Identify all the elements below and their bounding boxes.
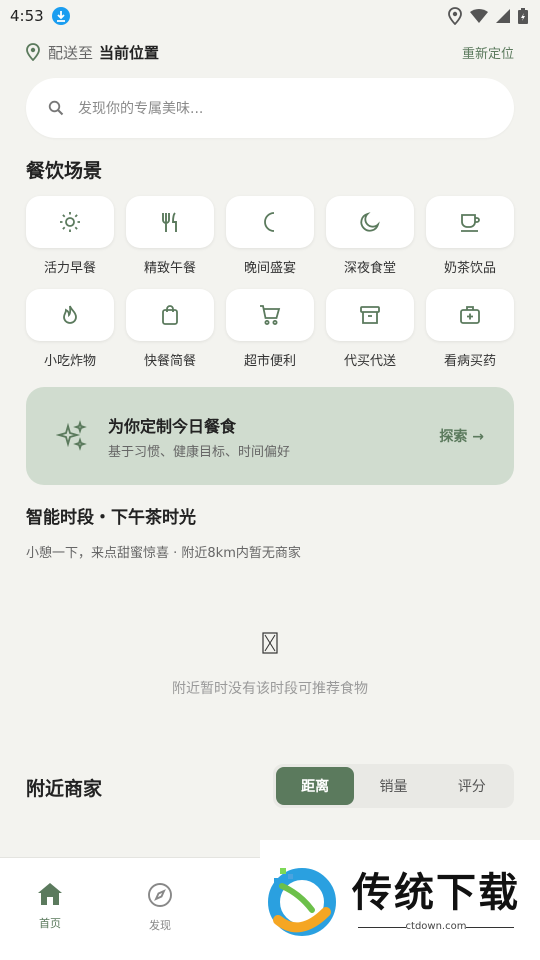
sun-icon — [60, 212, 80, 232]
home-icon — [38, 883, 62, 905]
sort-sales[interactable]: 销量 — [354, 767, 432, 805]
fork-knife-icon — [162, 212, 177, 232]
scene-grid: 活力早餐 精致午餐 晚间盛宴 深夜食堂 奶茶饮品 小吃炸物 快餐简餐 超市便利 … — [26, 196, 514, 369]
scene-breakfast[interactable]: 活力早餐 — [26, 196, 114, 276]
nav-home[interactable]: 首页 — [20, 882, 80, 931]
scene-label: 快餐简餐 — [143, 354, 196, 369]
scene-tile[interactable] — [26, 289, 114, 341]
scene-label: 看病买药 — [443, 354, 496, 369]
scene-label: 代买代送 — [343, 354, 396, 369]
cup-icon — [461, 214, 480, 232]
scene-label: 小吃炸物 — [43, 354, 96, 369]
scene-label: 超市便利 — [243, 354, 296, 369]
scene-tile[interactable] — [326, 196, 414, 248]
delivery-label: 配送至 — [48, 43, 94, 62]
watermark-overlay: 传统下载 ctdown.com — [260, 840, 540, 960]
status-bar: 4:53 — [0, 0, 540, 32]
empty-state-text: 附近暂时没有该时段可推荐食物 — [172, 681, 368, 697]
download-icon — [51, 7, 70, 25]
scene-errands[interactable]: 代买代送 — [326, 289, 414, 369]
scene-tile[interactable] — [426, 196, 514, 248]
scene-tile[interactable] — [126, 289, 214, 341]
sort-rating[interactable]: 评分 — [433, 767, 511, 805]
smart-period-title: 智能时段・下午茶时光 — [26, 508, 196, 528]
flame-icon — [63, 305, 77, 324]
relocate-button[interactable]: 重新定位 — [462, 43, 514, 62]
scene-tile[interactable] — [26, 196, 114, 248]
scene-label: 晚间盛宴 — [243, 261, 296, 276]
scene-tile[interactable] — [426, 289, 514, 341]
sort-segmented-control: 距离 销量 评分 — [273, 764, 514, 808]
scene-pharmacy[interactable]: 看病买药 — [426, 289, 514, 369]
explore-button[interactable]: 探索 → — [439, 426, 484, 446]
scene-label: 深夜食堂 — [343, 261, 396, 276]
scene-label: 活力早餐 — [43, 261, 96, 276]
shopping-bag-icon — [162, 305, 178, 325]
scene-dinner[interactable]: 晚间盛宴 — [226, 196, 314, 276]
scene-label: 精致午餐 — [143, 261, 196, 276]
watermark-url: ctdown.com — [352, 921, 520, 932]
archive-box-icon — [360, 306, 380, 324]
missing-glyph-icon — [262, 632, 278, 654]
search-input[interactable]: 发现你的专属美味... — [78, 98, 203, 118]
scene-snacks[interactable]: 小吃炸物 — [26, 289, 114, 369]
watermark-text: 传统下载 ctdown.com — [352, 869, 520, 932]
search-icon — [48, 100, 64, 116]
smart-period-subtitle: 小憩一下，来点甜蜜惊喜 · 附近8km内暂无商家 — [26, 546, 301, 561]
scenes-title: 餐饮场景 — [26, 160, 103, 182]
moon-icon — [264, 212, 275, 232]
nav-label: 发现 — [149, 919, 171, 932]
promo-subtitle: 基于习惯、健康目标、时间偏好 — [108, 444, 291, 460]
watermark-title: 传统下载 — [352, 869, 520, 916]
scene-drinks[interactable]: 奶茶饮品 — [426, 196, 514, 276]
scene-label: 奶茶饮品 — [443, 261, 496, 276]
cart-icon — [260, 305, 281, 325]
status-time: 4:53 — [10, 7, 44, 25]
delivery-location-row: 配送至 当前位置 重新定位 — [26, 40, 514, 64]
location-status-icon — [448, 7, 462, 25]
scene-row-1: 活力早餐 精致午餐 晚间盛宴 深夜食堂 奶茶饮品 — [26, 196, 514, 276]
nav-discover[interactable]: 发现 — [130, 882, 190, 933]
promo-title: 为你定制今日餐食 — [108, 416, 237, 436]
scene-tile[interactable] — [126, 196, 214, 248]
location-pin-icon — [26, 43, 40, 61]
battery-icon — [518, 8, 528, 24]
crescent-moon-icon — [360, 212, 380, 232]
scene-fast-food[interactable]: 快餐简餐 — [126, 289, 214, 369]
compass-icon — [148, 883, 172, 907]
scene-lunch[interactable]: 精致午餐 — [126, 196, 214, 276]
scene-tile[interactable] — [226, 196, 314, 248]
scene-supermarket[interactable]: 超市便利 — [226, 289, 314, 369]
current-location[interactable]: 当前位置 — [99, 42, 159, 63]
scene-late-night[interactable]: 深夜食堂 — [326, 196, 414, 276]
scene-row-2: 小吃炸物 快餐简餐 超市便利 代买代送 看病买药 — [26, 289, 514, 369]
wifi-icon — [470, 9, 488, 23]
sort-distance[interactable]: 距离 — [276, 767, 355, 805]
signal-icon — [496, 9, 510, 23]
promo-text: 为你定制今日餐食 基于习惯、健康目标、时间偏好 — [108, 413, 290, 460]
nav-label: 首页 — [39, 917, 61, 930]
search-bar[interactable]: 发现你的专属美味... — [26, 78, 514, 138]
watermark-logo — [268, 868, 336, 936]
custom-meal-card[interactable]: 为你定制今日餐食 基于习惯、健康目标、时间偏好 探索 → — [26, 387, 514, 485]
medical-kit-icon — [460, 306, 480, 324]
sparkles-icon — [56, 420, 87, 451]
scene-tile[interactable] — [226, 289, 314, 341]
nearby-title: 附近商家 — [26, 778, 103, 800]
scene-tile[interactable] — [326, 289, 414, 341]
